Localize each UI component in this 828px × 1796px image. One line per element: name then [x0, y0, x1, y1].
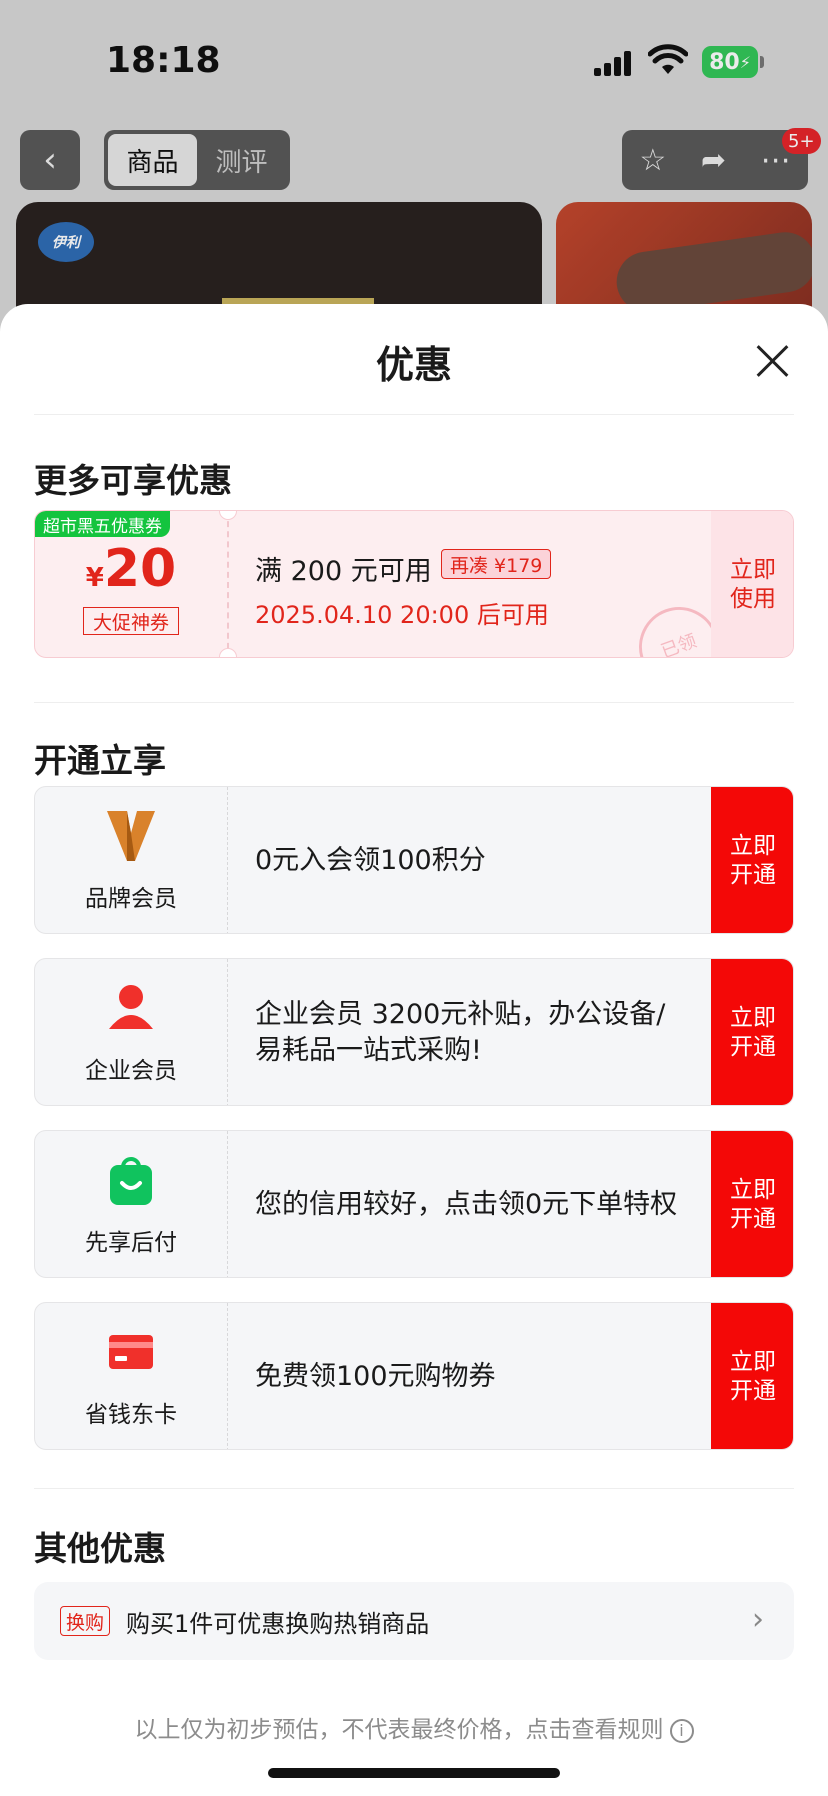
- divider: [34, 1488, 794, 1489]
- membership-name: 企业会员: [85, 1058, 177, 1084]
- membership-name: 品牌会员: [85, 886, 177, 912]
- open-now-label: 立即开通: [730, 1005, 776, 1060]
- membership-icon-area: 先享后付: [35, 1131, 227, 1277]
- membership-icon-area: 省钱东卡: [35, 1303, 227, 1449]
- footer-rules-link[interactable]: 以上仅为初步预估，不代表最终价格，点击查看规则 i: [0, 1710, 828, 1744]
- use-now-button[interactable]: 立即使用: [711, 511, 793, 657]
- exchange-tag: 换购: [60, 1606, 111, 1636]
- coupon-subtitle: 大促神券: [83, 607, 179, 635]
- card-icon: [109, 1335, 153, 1369]
- person-icon: [109, 985, 153, 1029]
- coupon-amount: ¥20: [35, 539, 227, 599]
- coupon-card[interactable]: ¥20 大促神券 超市黑五优惠券 满 200 元可用 再凑 ¥179 2025.…: [34, 510, 794, 658]
- section-title-more-offers: 更多可享优惠: [34, 461, 232, 500]
- currency-symbol: ¥: [85, 563, 104, 593]
- open-now-label: 立即开通: [730, 833, 776, 888]
- shopping-bag-icon: [110, 1157, 152, 1205]
- membership-card-pay-later[interactable]: 先享后付 您的信用较好，点击领0元下单特权 立即开通: [34, 1130, 794, 1278]
- footer-note-text: 以上仅为初步预估，不代表最终价格，点击查看规则: [134, 1717, 664, 1743]
- open-now-label: 立即开通: [730, 1349, 776, 1404]
- open-now-button[interactable]: 立即开通: [711, 959, 793, 1105]
- membership-card-brand[interactable]: 品牌会员 0元入会领100积分 立即开通: [34, 786, 794, 934]
- membership-description: 免费领100元购物券: [255, 1361, 496, 1393]
- membership-card-savings[interactable]: 省钱东卡 免费领100元购物券 立即开通: [34, 1302, 794, 1450]
- close-icon[interactable]: [752, 340, 792, 380]
- divider: [34, 414, 794, 415]
- open-now-button[interactable]: 立即开通: [711, 1303, 793, 1449]
- open-now-label: 立即开通: [730, 1177, 776, 1232]
- card-separator: [227, 1303, 228, 1449]
- offers-sheet: 优惠 更多可享优惠 ¥20 大促神券 超市黑五优惠券 满 200 元可用 再凑 …: [0, 304, 828, 1796]
- open-now-button[interactable]: 立即开通: [711, 1131, 793, 1277]
- chevron-right-icon: ›: [752, 1602, 764, 1637]
- coupon-valid-time: 2025.04.10 20:00 后可用: [255, 601, 549, 629]
- coupon-notch: [219, 648, 237, 657]
- coupon-amount-value: 20: [103, 539, 177, 599]
- sheet-title: 优惠: [375, 343, 452, 387]
- membership-icon-area: 品牌会员: [35, 787, 227, 933]
- card-separator: [227, 959, 228, 1105]
- membership-name: 省钱东卡: [85, 1402, 177, 1428]
- divider: [34, 702, 794, 703]
- card-separator: [227, 787, 228, 933]
- membership-card-enterprise[interactable]: 企业会员 企业会员 3200元补贴，办公设备/易耗品一站式采购! 立即开通: [34, 958, 794, 1106]
- section-title-open: 开通立享: [34, 741, 166, 780]
- membership-description: 0元入会领100积分: [255, 845, 486, 877]
- home-indicator: [268, 1768, 560, 1778]
- exchange-offer-row[interactable]: 换购 购买1件可优惠换购热销商品 ›: [34, 1582, 794, 1660]
- coupon-tag: 超市黑五优惠券: [35, 511, 170, 537]
- brand-v-icon: [107, 811, 155, 861]
- membership-name: 先享后付: [85, 1230, 177, 1256]
- open-now-button[interactable]: 立即开通: [711, 787, 793, 933]
- use-now-label: 立即使用: [730, 557, 776, 612]
- coupon-extra-badge: 再凑 ¥179: [441, 549, 552, 579]
- coupon-condition: 满 200 元可用: [255, 556, 432, 587]
- membership-icon-area: 企业会员: [35, 959, 227, 1105]
- coupon-separator: [227, 511, 229, 657]
- membership-description: 企业会员 3200元补贴，办公设备/易耗品一站式采购!: [255, 999, 666, 1066]
- info-icon: i: [669, 1718, 694, 1743]
- membership-description: 您的信用较好，点击领0元下单特权: [255, 1189, 678, 1221]
- section-title-other: 其他优惠: [34, 1529, 166, 1568]
- exchange-offer-text: 购买1件可优惠换购热销商品: [126, 1610, 430, 1638]
- card-separator: [227, 1131, 228, 1277]
